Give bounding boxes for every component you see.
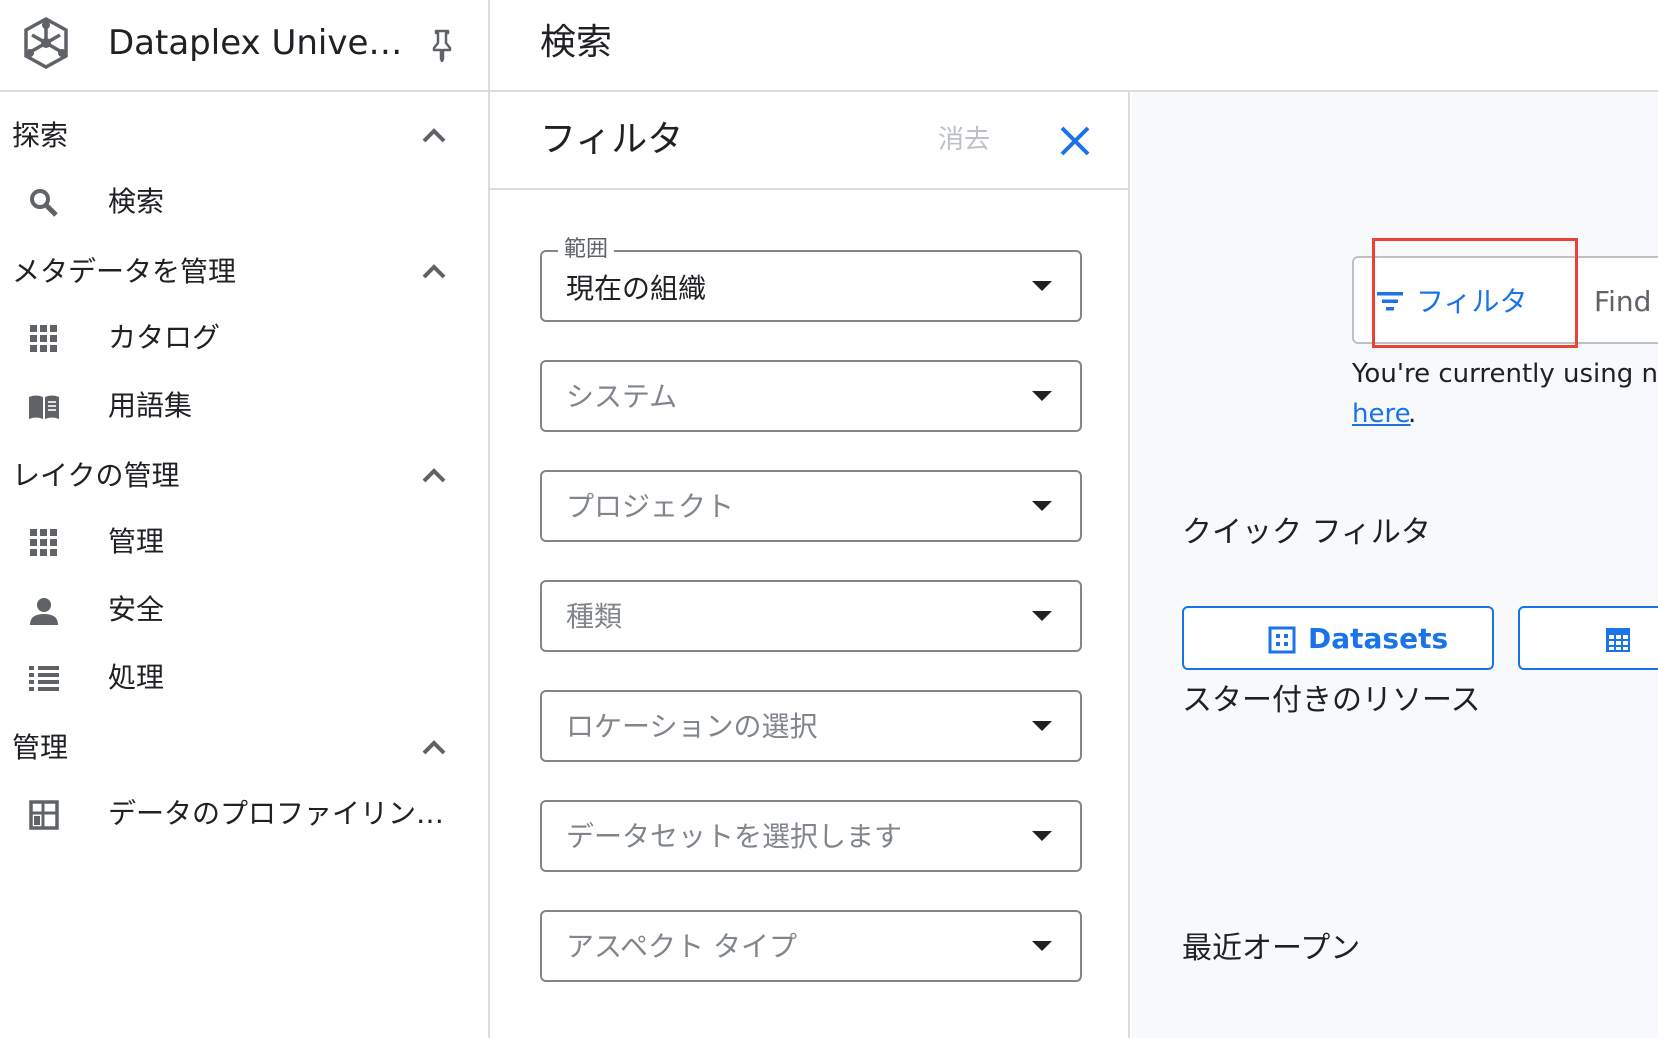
quick-filters-title: クイック フィルタ xyxy=(1182,515,1431,550)
dropdown-arrow-icon xyxy=(1032,941,1052,951)
starred-resources-title: スター付きのリソース xyxy=(1182,683,1481,718)
nav-section-title: 管理 xyxy=(12,731,69,764)
notice-text: You're currently using nat xyxy=(1352,359,1658,389)
book-icon xyxy=(29,395,59,419)
sidebar-item-label: 用語集 xyxy=(108,389,193,422)
notice-link[interactable]: here xyxy=(1352,394,1411,434)
search-content: フィルタ Find r You're currently using nat h… xyxy=(1132,92,1658,1038)
sidebar-item-label: 管理 xyxy=(108,525,165,558)
recently-opened-title: 最近オープン xyxy=(1182,931,1361,966)
project-dropdown[interactable]: プロジェクト xyxy=(540,470,1082,542)
quick-filter-datasets[interactable]: Datasets xyxy=(1182,606,1494,670)
chevron-up-icon[interactable] xyxy=(420,124,448,146)
sidebar-item-label: カタログ xyxy=(108,321,221,354)
sidebar-item-security[interactable]: 安全 xyxy=(0,580,490,640)
dataset-icon xyxy=(1268,626,1296,654)
table-icon xyxy=(29,800,59,830)
nav-section-title: 探索 xyxy=(12,119,69,152)
quick-filter-tables[interactable] xyxy=(1518,606,1658,670)
main-header: 検索 xyxy=(490,0,1658,92)
sidebar-item-label: データのプロファイリングと品質 xyxy=(108,797,448,830)
nav-section-metadata[interactable]: メタデータを管理 xyxy=(0,244,490,300)
quick-filter-label: Datasets xyxy=(1308,622,1449,655)
chevron-up-icon[interactable] xyxy=(420,464,448,486)
table-icon xyxy=(1606,628,1630,652)
aspect-type-dropdown-placeholder: アスペクト タイプ xyxy=(566,930,797,963)
filter-panel-header: フィルタ 消去 xyxy=(490,92,1128,190)
scope-dropdown-value: 現在の組織 xyxy=(566,272,707,305)
grid-icon xyxy=(30,529,57,556)
sidebar-item-label: 検索 xyxy=(108,185,165,218)
system-dropdown[interactable]: システム xyxy=(540,360,1082,432)
sidebar-item-manage[interactable]: 管理 xyxy=(0,512,490,572)
nav-section-lake[interactable]: レイクの管理 xyxy=(0,448,490,504)
highlight-annotation xyxy=(1372,238,1578,348)
grid-icon xyxy=(30,325,57,352)
dropdown-arrow-icon xyxy=(1032,281,1052,291)
filter-panel: フィルタ 消去 範囲 現在の組織 システム プロジェクト 種類 ロケーションの選… xyxy=(490,92,1130,1038)
sidebar: Dataplex Universal Catalog 探索 検索 メタデータを管… xyxy=(0,0,490,1038)
search-icon xyxy=(30,189,58,217)
sidebar-item-label: 安全 xyxy=(108,593,165,626)
nav-section-title: メタデータを管理 xyxy=(12,255,237,288)
nav-section-title: レイクの管理 xyxy=(12,459,180,492)
chevron-up-icon[interactable] xyxy=(420,260,448,282)
sidebar-item-search[interactable]: 検索 xyxy=(0,172,490,232)
scope-dropdown[interactable]: 範囲 現在の組織 xyxy=(540,238,1082,322)
page-title: 検索 xyxy=(540,22,613,63)
close-icon[interactable] xyxy=(1058,124,1092,158)
sidebar-item-glossary[interactable]: 用語集 xyxy=(0,376,490,436)
aspect-type-dropdown[interactable]: アスペクト タイプ xyxy=(540,910,1082,982)
type-dropdown-placeholder: 種類 xyxy=(566,600,623,633)
dataset-dropdown-placeholder: データセットを選択します xyxy=(566,820,903,853)
sidebar-item-process[interactable]: 処理 xyxy=(0,648,490,708)
dataplex-logo-icon xyxy=(24,17,68,69)
sidebar-item-catalog[interactable]: カタログ xyxy=(0,308,490,368)
dataset-dropdown[interactable]: データセットを選択します xyxy=(540,800,1082,872)
filter-panel-title: フィルタ xyxy=(540,119,684,160)
dropdown-arrow-icon xyxy=(1032,611,1052,621)
notice-suffix: . xyxy=(1408,399,1417,429)
dropdown-arrow-icon xyxy=(1032,501,1052,511)
app-root: Dataplex Universal Catalog 探索 検索 メタデータを管… xyxy=(0,0,1658,1038)
app-title: Dataplex Universal Catalog xyxy=(108,23,408,63)
system-dropdown-placeholder: システム xyxy=(566,380,678,413)
scope-dropdown-label: 範囲 xyxy=(558,238,615,262)
project-dropdown-placeholder: プロジェクト xyxy=(566,490,735,523)
location-dropdown-placeholder: ロケーションの選択 xyxy=(566,710,818,743)
sidebar-item-profiling[interactable]: データのプロファイリングと品質 xyxy=(0,784,490,844)
dropdown-arrow-icon xyxy=(1032,391,1052,401)
sidebar-item-label: 処理 xyxy=(108,661,165,694)
nav-section-admin[interactable]: 管理 xyxy=(0,720,490,776)
list-icon xyxy=(29,666,59,691)
dropdown-arrow-icon xyxy=(1032,721,1052,731)
person-icon xyxy=(30,598,58,625)
search-input[interactable]: Find r xyxy=(1594,280,1658,324)
type-dropdown[interactable]: 種類 xyxy=(540,580,1082,652)
chevron-up-icon[interactable] xyxy=(420,736,448,758)
dropdown-arrow-icon xyxy=(1032,831,1052,841)
app-header: Dataplex Universal Catalog xyxy=(0,0,490,92)
location-dropdown[interactable]: ロケーションの選択 xyxy=(540,690,1082,762)
nav-section-explore[interactable]: 探索 xyxy=(0,108,490,164)
pin-icon[interactable] xyxy=(428,28,456,62)
clear-filters-button[interactable]: 消去 xyxy=(938,122,990,158)
